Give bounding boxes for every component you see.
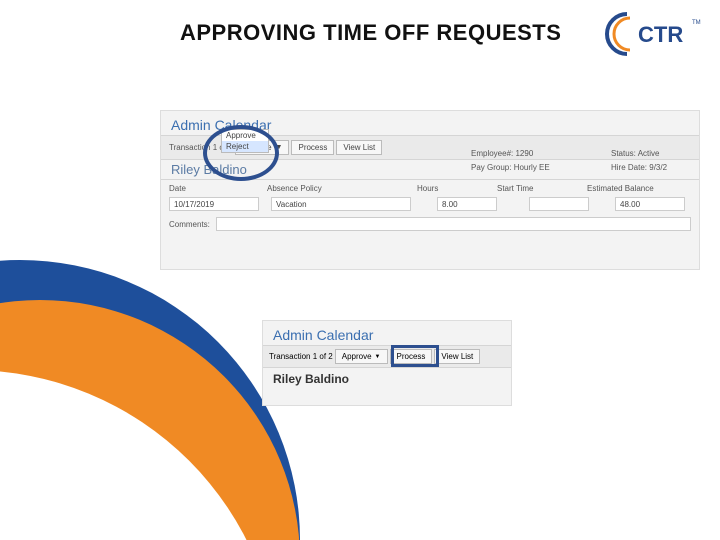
hours-field[interactable]: 8.00 xyxy=(437,197,497,211)
balance-field: 48.00 xyxy=(615,197,685,211)
employee-num-value: 1290 xyxy=(515,149,533,158)
col-balance: Estimated Balance xyxy=(587,184,687,193)
transaction-label-2: Transaction 1 of 2 xyxy=(269,352,333,361)
svg-text:TM: TM xyxy=(692,20,701,26)
transaction-bar-2: Transaction 1 of 2 Approve ▼ Process Vie… xyxy=(263,345,511,368)
view-list-button-2[interactable]: View List xyxy=(434,349,480,364)
status-label: Status: xyxy=(611,149,636,158)
hiredate-value: 9/3/2 xyxy=(649,163,667,172)
chevron-down-icon: ▼ xyxy=(276,144,283,151)
slide: APPROVING TIME OFF REQUESTS CTR TM Admin… xyxy=(0,0,720,540)
hiredate-label: Hire Date: xyxy=(611,163,647,172)
status-value: Active xyxy=(638,149,660,158)
process-button-2[interactable]: Process xyxy=(390,349,433,364)
dropdown-option-reject[interactable]: Reject xyxy=(222,141,268,152)
comments-row: Comments: xyxy=(161,213,699,235)
employee-name-2: Riley Baldino xyxy=(263,368,511,390)
col-hours: Hours xyxy=(417,184,497,193)
approve-label-2: Approve xyxy=(342,352,372,361)
dropdown-option-approve[interactable]: Approve xyxy=(222,130,268,141)
col-policy: Absence Policy xyxy=(267,184,417,193)
employee-meta-right: Status: Active Hire Date: 9/3/2 xyxy=(611,147,667,175)
employee-meta-left: Employee#: 1290 Pay Group: Hourly EE xyxy=(471,147,550,175)
col-date: Date xyxy=(169,184,267,193)
chevron-down-icon: ▼ xyxy=(375,354,381,360)
admin-calendar-panel-2: Admin Calendar Transaction 1 of 2 Approv… xyxy=(262,320,512,406)
slide-title: APPROVING TIME OFF REQUESTS xyxy=(180,20,561,46)
view-list-button[interactable]: View List xyxy=(336,140,382,155)
col-start: Start Time xyxy=(497,184,587,193)
logo-text: CTR xyxy=(638,22,683,47)
table-row: 10/17/2019 Vacation 8.00 48.00 xyxy=(161,195,699,213)
panel2-heading: Admin Calendar xyxy=(263,321,511,345)
process-button[interactable]: Process xyxy=(291,140,334,155)
admin-calendar-panel-1: Admin Calendar Transaction 1 of 2 Approv… xyxy=(160,110,700,270)
approve-dropdown-menu[interactable]: Approve Reject xyxy=(221,129,269,153)
date-field[interactable]: 10/17/2019 xyxy=(169,197,259,211)
comments-label: Comments: xyxy=(169,220,210,229)
approve-dropdown-button-2[interactable]: Approve ▼ xyxy=(335,349,388,364)
paygroup-value: Hourly EE xyxy=(514,163,550,172)
policy-field[interactable]: Vacation xyxy=(271,197,411,211)
table-headers: Date Absence Policy Hours Start Time Est… xyxy=(161,179,699,195)
employee-num-label: Employee#: xyxy=(471,149,513,158)
start-field[interactable] xyxy=(529,197,589,211)
ctr-logo: CTR TM xyxy=(592,10,702,58)
comments-input[interactable] xyxy=(216,217,691,231)
paygroup-label: Pay Group: xyxy=(471,163,511,172)
